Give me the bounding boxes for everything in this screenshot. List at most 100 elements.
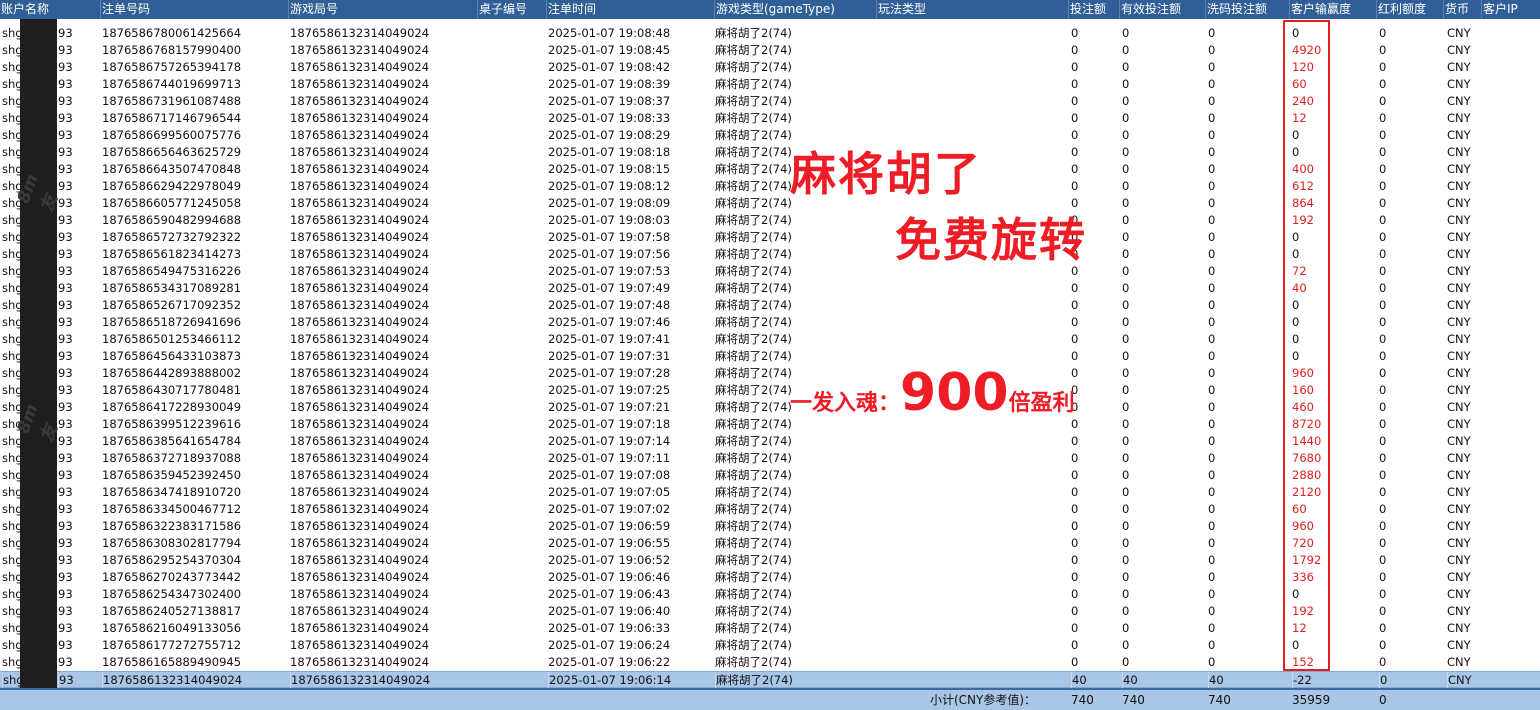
currency: CNY xyxy=(1447,485,1471,499)
game-type: 麻将胡了2(74) xyxy=(715,638,792,652)
column-header[interactable]: 洗码投注额 xyxy=(1205,0,1289,19)
column-header[interactable]: 客户IP xyxy=(1481,0,1540,19)
table-row-selected[interactable]: shg 93 1876586132314049024 1876586132314049… xyxy=(0,671,1540,689)
game-type: 麻将胡了2(74) xyxy=(715,553,792,567)
bet-amount: 0 xyxy=(1071,298,1079,312)
subtotal-payout: 35959 xyxy=(1292,693,1331,707)
game-round-number: 187658613231404902​4 xyxy=(290,213,430,227)
account-name-suffix: 93 xyxy=(58,145,73,159)
subtotal-wash-bet: 740 xyxy=(1208,693,1231,707)
column-header[interactable]: 有效投注额 xyxy=(1119,0,1205,19)
game-round-number: 187658613231404902​4 xyxy=(290,536,430,550)
bet-time: 2025-01-07 19:07:18 xyxy=(548,417,671,431)
currency: CNY xyxy=(1447,366,1471,380)
bet-time: 2025-01-07 19:07:31 xyxy=(548,349,671,363)
game-type: 麻将胡了2(74) xyxy=(715,26,792,40)
wash-bet: 0 xyxy=(1208,604,1216,618)
bonus: 0 xyxy=(1379,570,1387,584)
game-type: 麻将胡了2(74) xyxy=(715,434,792,448)
game-type: 麻将胡了2(74) xyxy=(715,162,792,176)
bet-number: 1876586501253466112 xyxy=(102,332,242,346)
subtotal-bonus: 0 xyxy=(1379,693,1387,707)
wash-bet: 0 xyxy=(1208,519,1216,533)
bet-time: 2025-01-07 19:08:48 xyxy=(548,26,671,40)
column-header[interactable]: 注单时间 xyxy=(546,0,714,19)
game-round-number: 187658613231404902​4 xyxy=(290,264,430,278)
column-header[interactable]: 投注额 xyxy=(1068,0,1119,19)
game-round-number: 187658613231404902​4 xyxy=(290,162,430,176)
bonus: 0 xyxy=(1379,230,1387,244)
column-header[interactable]: 玩法类型 xyxy=(876,0,1068,19)
bet-time: 2025-01-07 19:07:41 xyxy=(548,332,671,346)
game-round-number: 187658613231404902​4 xyxy=(290,77,430,91)
bet-record-sheet: 账户名称 注单号码 游戏局号 桌子编号 注单时间 游戏类型(gameType) 玩法类型 投注… xyxy=(0,0,1540,710)
bonus: 0 xyxy=(1379,43,1387,57)
wash-bet: 0 xyxy=(1208,281,1216,295)
account-name-suffix: 93 xyxy=(58,519,73,533)
game-round-number: 187658613231404902​4 xyxy=(290,281,430,295)
valid-bet: 0 xyxy=(1122,111,1130,125)
bonus: 0 xyxy=(1379,655,1387,669)
wash-bet: 0 xyxy=(1208,162,1216,176)
game-round-number: 187658613231404902​4 xyxy=(290,485,430,499)
column-header[interactable]: 注单号码 xyxy=(100,0,288,19)
currency: CNY xyxy=(1447,213,1471,227)
account-name-suffix: 93 xyxy=(58,383,73,397)
bonus: 0 xyxy=(1379,536,1387,550)
valid-bet: 0 xyxy=(1122,400,1130,414)
wash-bet: 0 xyxy=(1208,468,1216,482)
account-name-suffix: 93 xyxy=(58,570,73,584)
bet-time: 2025-01-07 19:07:14 xyxy=(548,434,671,448)
annotation-profit-number: 900 xyxy=(900,363,1009,423)
valid-bet: 0 xyxy=(1122,638,1130,652)
annotation-profit: 一发入魂：900倍盈利 xyxy=(790,361,1075,433)
game-round-number: 187658613231404902​4 xyxy=(290,26,430,40)
wash-bet: 0 xyxy=(1208,434,1216,448)
game-round-number: 187658613231404902​4 xyxy=(290,502,430,516)
bonus: 0 xyxy=(1379,417,1387,431)
column-header[interactable]: 客户输赢度 xyxy=(1289,0,1376,19)
game-round-number: 187658613231404902​4 xyxy=(290,451,430,465)
bet-time: 2025-01-07 19:07:56 xyxy=(548,247,671,261)
column-header[interactable]: 红利额度 xyxy=(1376,0,1443,19)
valid-bet: 0 xyxy=(1122,485,1130,499)
bet-time: 2025-01-07 19:06:33 xyxy=(548,621,671,635)
wash-bet: 0 xyxy=(1208,196,1216,210)
bet-time: 2025-01-07 19:07:49 xyxy=(548,281,671,295)
column-header[interactable]: 账户名称 xyxy=(0,0,100,19)
bonus: 0 xyxy=(1379,383,1387,397)
account-name-suffix: 93 xyxy=(58,638,73,652)
bet-amount: 0 xyxy=(1071,570,1079,584)
wash-bet: 0 xyxy=(1208,179,1216,193)
bet-number: 1876586629422978049 xyxy=(102,179,242,193)
column-header[interactable]: 游戏局号 xyxy=(288,0,477,19)
bet-amount: 0 xyxy=(1071,587,1079,601)
currency: CNY xyxy=(1447,77,1471,91)
bet-time: 2025-01-07 19:08:18 xyxy=(548,145,671,159)
valid-bet: 0 xyxy=(1122,451,1130,465)
account-name-suffix: 93 xyxy=(58,434,73,448)
bonus: 0 xyxy=(1379,485,1387,499)
wash-bet: 0 xyxy=(1208,145,1216,159)
wash-bet: 0 xyxy=(1208,451,1216,465)
bet-number: 1876586605771245058 xyxy=(102,196,242,210)
column-header[interactable]: 桌子编号 xyxy=(477,0,546,19)
game-round-number: 187658613231404902​4 xyxy=(290,468,430,482)
bet-number: 1876586534317089281 xyxy=(102,281,242,295)
bonus: 0 xyxy=(1379,434,1387,448)
currency: CNY xyxy=(1447,281,1471,295)
game-round-number: 187658613231404902​4 xyxy=(290,383,430,397)
game-round-number: 187658613231404902​4 xyxy=(290,145,430,159)
column-header[interactable]: 游戏类型(gameType) xyxy=(714,0,876,19)
column-header[interactable]: 货币 xyxy=(1443,0,1481,19)
bet-time: 2025-01-07 19:07:53 xyxy=(548,264,671,278)
currency: CNY xyxy=(1447,111,1471,125)
bonus: 0 xyxy=(1379,179,1387,193)
account-name-suffix: 93 xyxy=(58,230,73,244)
currency: CNY xyxy=(1447,451,1471,465)
wash-bet: 0 xyxy=(1208,502,1216,516)
payout-highlight-box xyxy=(1283,20,1330,671)
valid-bet: 0 xyxy=(1122,247,1130,261)
currency: CNY xyxy=(1447,145,1471,159)
valid-bet: 0 xyxy=(1122,145,1130,159)
